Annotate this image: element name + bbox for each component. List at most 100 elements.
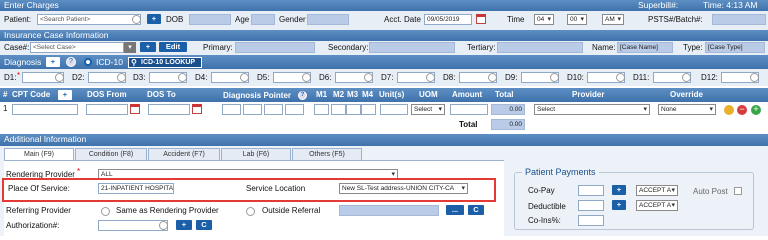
deductible-label: Deductible bbox=[528, 202, 566, 211]
help-icon[interactable]: ? bbox=[66, 57, 76, 67]
icd10-label: ICD-10 bbox=[96, 57, 123, 67]
hour-select[interactable]: 04 bbox=[534, 14, 554, 25]
cpt-code-input[interactable] bbox=[12, 104, 78, 115]
case-name-field: [Case Name] bbox=[617, 42, 673, 53]
uom-select[interactable]: Select bbox=[411, 104, 445, 115]
cpt-row: 1 Select 0.00 Select None − + bbox=[0, 102, 768, 117]
patient-search-input[interactable]: <Search Patient> bbox=[37, 14, 141, 25]
add-patient-button[interactable]: + bbox=[147, 14, 161, 24]
case-select[interactable]: <Select Case> bbox=[30, 42, 124, 53]
diagnosis-clear-radio[interactable] bbox=[550, 73, 559, 82]
calendar-icon[interactable] bbox=[130, 104, 140, 114]
place-of-service-input[interactable]: 21-INPATIENT HOSPITA bbox=[98, 183, 174, 194]
add-copay-button[interactable]: + bbox=[612, 185, 626, 195]
add-deductible-button[interactable]: + bbox=[612, 200, 626, 210]
secondary-label: Secondary: bbox=[328, 43, 369, 52]
icd10-radio[interactable] bbox=[84, 58, 92, 66]
case-dropdown-toggle[interactable]: ▾ bbox=[124, 42, 136, 53]
add-authorization-button[interactable]: + bbox=[176, 220, 192, 230]
diagnosis-clear-radio[interactable] bbox=[616, 73, 625, 82]
calendar-icon[interactable] bbox=[476, 14, 486, 24]
m1-header: M1 bbox=[316, 90, 328, 99]
copay-input[interactable] bbox=[578, 185, 604, 196]
copay-label: Co-Pay bbox=[528, 186, 555, 195]
diagnosis-pointer-input[interactable] bbox=[285, 104, 304, 115]
modifier-input[interactable] bbox=[314, 104, 329, 115]
calendar-icon[interactable] bbox=[192, 104, 202, 114]
coins-label: Co-Ins%: bbox=[528, 216, 561, 225]
dos-from-header: DOS From bbox=[87, 90, 127, 99]
clear-referring-button[interactable]: C bbox=[468, 205, 484, 215]
grand-total-label: Total bbox=[459, 120, 478, 129]
modifier-input[interactable] bbox=[361, 104, 376, 115]
copy-icon[interactable] bbox=[724, 105, 734, 115]
diagnosis-clear-radio[interactable] bbox=[302, 73, 311, 82]
dos-to-input[interactable] bbox=[148, 104, 190, 115]
diagnosis-clear-radio[interactable] bbox=[178, 73, 187, 82]
coins-input[interactable] bbox=[578, 215, 604, 226]
diagnosis-clear-radio[interactable] bbox=[750, 73, 759, 82]
diagnosis-pointer-input[interactable] bbox=[243, 104, 262, 115]
acct-date-input[interactable]: 09/05/2019 bbox=[424, 14, 472, 25]
add-cpt-button[interactable]: + bbox=[58, 90, 72, 100]
diagnosis-pointer-input[interactable] bbox=[264, 104, 283, 115]
amount-input[interactable] bbox=[450, 104, 488, 115]
dos-from-input[interactable] bbox=[86, 104, 128, 115]
auto-post-checkbox[interactable] bbox=[734, 187, 742, 195]
clock-time: Time: 4:13 AM bbox=[703, 0, 758, 10]
ampm-select[interactable]: AM bbox=[602, 14, 624, 25]
units-input[interactable] bbox=[380, 104, 408, 115]
psts-field bbox=[712, 14, 766, 25]
service-location-select[interactable]: New SL-Test address-UNION CITY-CA bbox=[339, 183, 468, 194]
time-label: Time bbox=[507, 15, 525, 24]
deductible-accept-select[interactable]: ACCEPT A bbox=[636, 200, 678, 211]
referring-provider-field bbox=[339, 205, 439, 216]
diagnosis-pointer-input[interactable] bbox=[222, 104, 241, 115]
cpt-total-row: Total 0.00 bbox=[0, 117, 768, 131]
diagnosis-clear-radio[interactable] bbox=[426, 73, 435, 82]
authorization-input[interactable] bbox=[98, 220, 168, 231]
diagnosis-code-label: D11: bbox=[633, 73, 650, 82]
diagnosis-header: Diagnosis + ? ICD-10 ⚲ ICD-10 LOOKUP bbox=[0, 55, 768, 69]
same-as-rendering-radio[interactable] bbox=[101, 207, 110, 216]
insurance-title: Insurance Case Information bbox=[4, 30, 109, 40]
minute-select[interactable]: 00 bbox=[567, 14, 587, 25]
uom-header: UOM bbox=[419, 90, 438, 99]
modifier-input[interactable] bbox=[331, 104, 346, 115]
diagnosis-clear-radio[interactable] bbox=[682, 73, 691, 82]
diagnosis-clear-radio[interactable] bbox=[55, 73, 64, 82]
diagnosis-code-label: D1: bbox=[4, 73, 17, 82]
copay-accept-select[interactable]: ACCEPT A bbox=[636, 185, 678, 196]
diagnosis-code-label: D7: bbox=[381, 73, 394, 82]
diagnosis-clear-radio[interactable] bbox=[117, 73, 126, 82]
override-select[interactable]: None bbox=[658, 104, 716, 115]
add-diagnosis-button[interactable]: + bbox=[46, 57, 60, 67]
add-row-icon[interactable]: + bbox=[751, 105, 761, 115]
diagnosis-title: Diagnosis bbox=[4, 57, 42, 67]
icd10-lookup-button[interactable]: ⚲ ICD-10 LOOKUP bbox=[128, 57, 202, 68]
help-icon[interactable]: ? bbox=[298, 91, 307, 100]
add-case-button[interactable]: + bbox=[140, 42, 156, 52]
patient-clear-radio[interactable] bbox=[132, 15, 141, 24]
override-header: Override bbox=[670, 90, 703, 99]
deductible-input[interactable] bbox=[578, 200, 604, 211]
modifier-input[interactable] bbox=[346, 104, 361, 115]
diagnosis-code-label: D10: bbox=[567, 73, 584, 82]
diagnosis-clear-radio[interactable] bbox=[488, 73, 497, 82]
diagnosis-clear-radio[interactable] bbox=[240, 73, 249, 82]
row-total-field: 0.00 bbox=[491, 104, 525, 115]
remove-row-icon[interactable]: − bbox=[737, 105, 747, 115]
diagnosis-clear-radio[interactable] bbox=[364, 73, 373, 82]
browse-referring-button[interactable]: ... bbox=[446, 205, 464, 215]
tertiary-label: Tertiary: bbox=[467, 43, 496, 52]
units-header: Unit(s) bbox=[379, 90, 405, 99]
outside-referral-radio[interactable] bbox=[246, 207, 255, 216]
additional-info-title: Additional Information bbox=[4, 134, 87, 144]
row-number: 1 bbox=[3, 104, 8, 113]
cpt-grid-header: # CPT Code + DOS From DOS To Diagnosis P… bbox=[0, 88, 768, 102]
secondary-field bbox=[369, 42, 455, 53]
provider-select[interactable]: Select bbox=[534, 104, 650, 115]
clear-authorization-button[interactable]: C bbox=[196, 220, 212, 230]
edit-case-button[interactable]: Edit bbox=[159, 42, 187, 52]
authorization-clear-radio[interactable] bbox=[159, 221, 168, 230]
